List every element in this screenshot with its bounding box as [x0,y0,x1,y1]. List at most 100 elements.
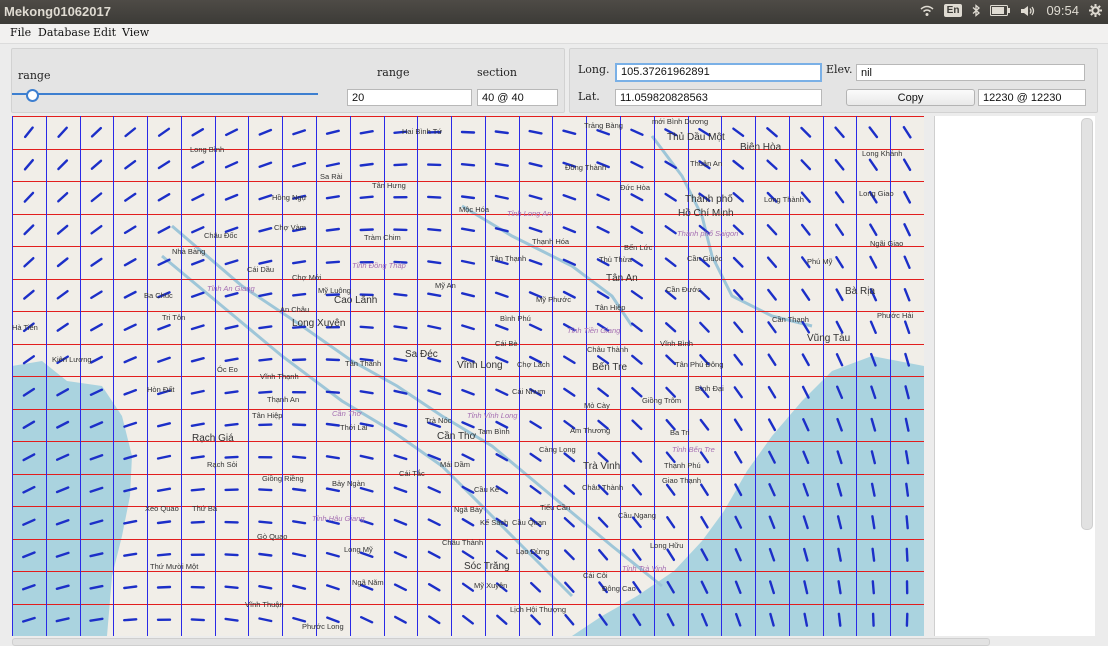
flow-vector [259,554,271,556]
flow-vector [462,326,473,330]
bluetooth-icon[interactable] [972,4,980,17]
flow-vector [25,226,34,235]
place-label: Ám Thương [570,426,610,435]
flow-vector [91,292,101,298]
flow-vector [24,291,33,299]
flow-vector [735,355,742,365]
place-label: Bà Rịa [845,286,875,297]
flow-vector [260,130,271,135]
range-slider-track[interactable] [12,93,318,95]
flow-vector [91,324,102,330]
flow-vector [428,261,440,263]
flow-vector [530,196,542,199]
flow-vector [871,257,877,268]
flow-vector [666,323,675,331]
flow-vector [125,194,135,201]
place-label: Hồng Ngự [272,193,307,202]
flow-vector [58,226,67,234]
system-tray: En 09:54 [920,3,1102,18]
flow-vector [327,164,339,167]
flow-vector [361,327,373,328]
place-label: Bến Tre [592,361,627,373]
place-label: Ba Tri [670,428,690,437]
menu-database[interactable]: Database [38,26,90,39]
flow-vector [361,197,373,198]
flow-vector [564,195,575,199]
section-field[interactable]: 40 @ 40 [477,89,558,106]
battery-icon[interactable] [990,5,1010,16]
flow-vector [462,261,474,264]
flow-vector [124,554,136,556]
flow-vector [530,228,541,232]
section-label: section [477,66,517,79]
volume-icon[interactable] [1020,5,1036,17]
flow-vector [873,614,874,626]
flow-vector [598,195,609,200]
flow-vector [58,259,67,267]
flow-vector [496,164,508,166]
clock[interactable]: 09:54 [1046,3,1079,18]
wifi-icon[interactable] [920,5,934,17]
place-label: Tân Hưng [372,181,406,190]
map-view[interactable]: Hai Bình TứTrảng Bàngmới Bình DươngThủ D… [12,116,924,636]
vertical-scrollbar[interactable] [1081,118,1093,530]
id-field[interactable]: 12230 @ 12230 [978,89,1086,106]
place-label: Tân An [606,273,638,284]
place-label: Óc Eo [217,365,238,374]
flow-vector [259,326,271,328]
flow-vector [700,291,709,299]
place-label: Tỉnh Trà Vinh [622,564,666,573]
flow-vector [158,325,169,329]
place-label: Châu Thành [582,483,623,492]
flow-vector [395,488,406,492]
range-slider-handle[interactable] [26,89,39,102]
range-field[interactable]: 20 [347,89,472,106]
flow-vector [632,356,641,364]
menu-view[interactable]: View [122,26,149,39]
flow-vector [632,227,642,233]
flow-vector [836,192,843,202]
flow-vector [327,196,339,198]
menu-file[interactable]: File [10,26,31,39]
flow-vector [25,193,33,202]
place-label: Nhà Bàng [172,247,205,256]
menu-edit[interactable]: Edit [93,26,116,39]
flow-vector [598,130,609,134]
flow-vector [293,261,305,263]
longitude-field[interactable]: 105.37261962891 [615,63,822,82]
latitude-field[interactable]: 11.059820828563 [615,89,822,106]
flow-vector [226,130,237,135]
flow-vector [395,423,407,426]
keyboard-language-icon[interactable]: En [944,4,963,17]
flow-vector [871,322,876,333]
elevation-field[interactable]: nil [856,64,1085,81]
map-canvas[interactable]: Hai Bình TứTrảng Bàngmới Bình DươngThủ D… [12,116,924,636]
flow-vector [531,422,541,428]
flow-vector [565,486,574,494]
flow-vector [395,585,406,590]
place-label: Thạnh Hóa [532,237,570,246]
place-label: Ba Chúc [144,291,173,300]
flow-vector [428,294,440,296]
flow-vector [836,160,844,169]
flow-vector [631,130,642,135]
flow-vector [125,390,136,394]
settings-gear-icon[interactable] [1089,4,1102,17]
flow-vector [361,131,373,133]
flow-vector [192,227,203,232]
flow-vector [632,194,643,200]
copy-button[interactable]: Copy [846,89,975,106]
flow-vector [735,387,742,397]
place-label: Kế Sách [480,518,508,527]
flow-vector [905,289,909,300]
flow-vector [837,322,843,333]
flow-vector [293,130,304,134]
flow-vector [463,616,473,623]
flow-vector [327,553,339,556]
flow-vector [24,356,34,363]
flow-vector [463,519,473,525]
range-label: range [377,66,409,79]
place-label: Tỉnh Hậu Giang [312,514,365,523]
flow-vector [395,520,406,525]
flow-vector [226,457,238,458]
